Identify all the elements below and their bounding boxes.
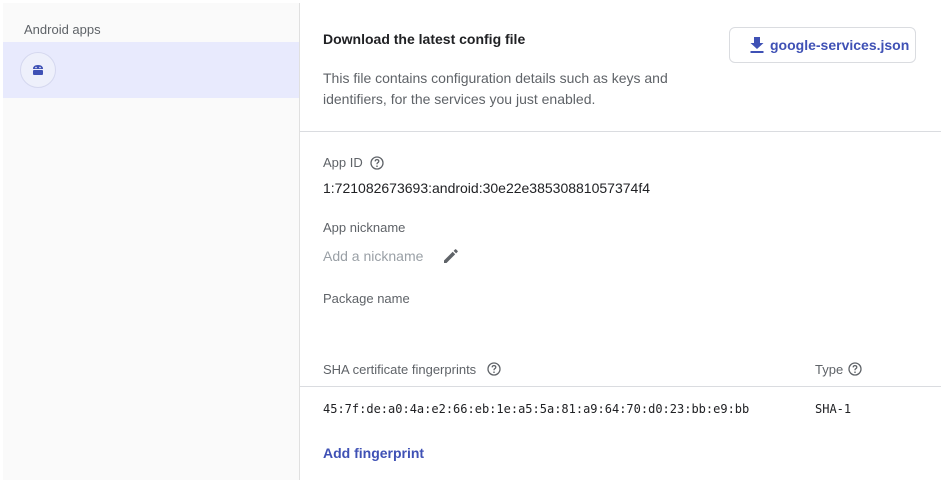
app-id-help-icon[interactable] [370,156,384,170]
app-details-panel: Download the latest config file This fil… [300,3,941,480]
sha-fingerprints-header: SHA certificate fingerprints [323,362,477,377]
sha-help-icon[interactable] [487,362,501,376]
config-file-section: Download the latest config file This fil… [300,3,941,132]
app-avatar[interactable] [20,52,56,88]
android-icon [33,65,43,75]
sha-header-divider [300,386,941,387]
type-help-icon[interactable] [848,362,862,376]
sidebar-item-android-app[interactable] [3,42,299,98]
sha-fingerprint-value: 45:7f:de:a0:4a:e2:66:eb:1e:a5:5a:81:a9:6… [323,402,750,416]
sha-fingerprint-type: SHA-1 [815,402,852,416]
pencil-icon[interactable] [441,246,461,266]
config-title: Download the latest config file [323,31,526,47]
sidebar-heading: Android apps [24,22,101,37]
app-nickname-input[interactable]: Add a nickname [323,248,423,264]
app-id-value: 1:721082673693:android:30e22e38530881057… [323,180,650,196]
package-name-label: Package name [323,291,410,306]
add-fingerprint-link[interactable]: Add fingerprint [323,445,424,461]
app-id-label: App ID [323,155,363,170]
download-config-button[interactable]: google-services.json [729,27,916,63]
config-description: This file contains configuration details… [323,70,668,107]
sha-type-header: Type [815,362,844,377]
apps-sidebar: Android apps [3,3,300,480]
download-config-label: google-services.json [770,37,910,53]
download-icon [750,37,764,53]
app-nickname-label: App nickname [323,220,406,235]
project-settings-page: Android apps Download the latest config … [0,0,945,480]
